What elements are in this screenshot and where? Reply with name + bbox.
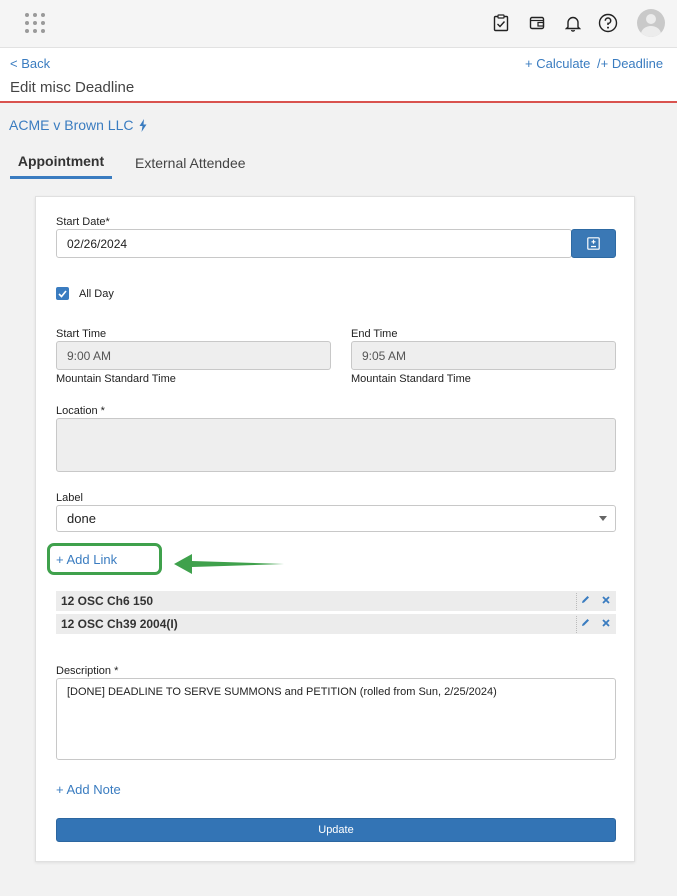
close-icon[interactable] xyxy=(602,618,610,627)
add-link-label: + Add Link xyxy=(56,551,118,567)
location-label: Location * xyxy=(56,405,105,417)
add-note-link[interactable]: + Add Note xyxy=(56,782,121,797)
date-adjust-button[interactable] xyxy=(571,229,616,258)
label-select[interactable]: done xyxy=(56,505,616,532)
label-select-value: done xyxy=(67,511,96,526)
tab-external-attendee[interactable]: External Attendee xyxy=(135,155,246,171)
update-button-label: Update xyxy=(318,824,354,836)
back-link[interactable]: < Back xyxy=(10,56,50,71)
case-link[interactable]: ACME v Brown LLC xyxy=(9,117,147,133)
link-row: 12 OSC Ch39 2004(I) xyxy=(56,614,616,635)
lightning-icon xyxy=(139,118,147,132)
page-title: Edit misc Deadline xyxy=(10,79,135,96)
start-time-label: Start Time xyxy=(56,328,107,340)
chevron-down-icon xyxy=(599,516,607,521)
clipboard-check-icon[interactable] xyxy=(490,12,512,34)
end-timezone: Mountain Standard Time xyxy=(351,373,471,385)
start-date-value: 02/26/2024 xyxy=(67,236,128,251)
annotation-arrow xyxy=(174,554,284,574)
top-bar xyxy=(0,0,677,48)
update-button[interactable]: Update xyxy=(56,818,616,842)
label-field-label: Label xyxy=(56,492,83,504)
start-timezone: Mountain Standard Time xyxy=(56,373,176,385)
description-value: [DONE] DEADLINE TO SERVE SUMMONS and PET… xyxy=(67,686,497,698)
link-row-text: 12 OSC Ch6 150 xyxy=(61,594,154,608)
calculate-link[interactable]: + Calculate xyxy=(525,56,590,71)
link-row: 12 OSC Ch6 150 xyxy=(56,591,616,612)
close-icon[interactable] xyxy=(602,595,610,604)
tab-appointment[interactable]: Appointment xyxy=(10,153,112,179)
link-row-text: 12 OSC Ch39 2004(I) xyxy=(61,617,178,631)
start-time-value: 9:00 AM xyxy=(67,348,112,363)
help-icon[interactable] xyxy=(597,12,619,34)
start-date-label: Start Date* xyxy=(56,216,110,228)
location-input xyxy=(56,418,616,472)
description-textarea[interactable]: [DONE] DEADLINE TO SERVE SUMMONS and PET… xyxy=(56,678,616,760)
end-time-input: 9:05 AM xyxy=(351,341,616,370)
description-label: Description * xyxy=(56,665,119,677)
all-day-checkbox[interactable] xyxy=(56,287,69,300)
start-time-input: 9:00 AM xyxy=(56,341,331,370)
edit-icon[interactable] xyxy=(581,595,590,604)
wallet-icon[interactable] xyxy=(526,12,548,34)
page-header: < Back Edit misc Deadline + Calculate /+… xyxy=(0,48,677,103)
start-date-input[interactable]: 02/26/2024 xyxy=(56,229,572,258)
calendar-plus-minus-icon xyxy=(587,237,600,250)
case-name: ACME v Brown LLC xyxy=(9,117,134,133)
edit-icon[interactable] xyxy=(581,618,590,627)
avatar[interactable] xyxy=(637,9,665,37)
apps-grid-icon[interactable] xyxy=(25,13,45,33)
bell-icon[interactable] xyxy=(562,12,584,34)
appointment-form-card: Start Date* 02/26/2024 All Day Start Tim… xyxy=(35,196,635,862)
add-link-button[interactable]: + Add Link xyxy=(47,543,162,575)
add-deadline-link[interactable]: /+ Deadline xyxy=(597,56,663,71)
end-time-label: End Time xyxy=(351,328,398,340)
end-time-value: 9:05 AM xyxy=(362,348,407,363)
all-day-label: All Day xyxy=(79,288,114,300)
